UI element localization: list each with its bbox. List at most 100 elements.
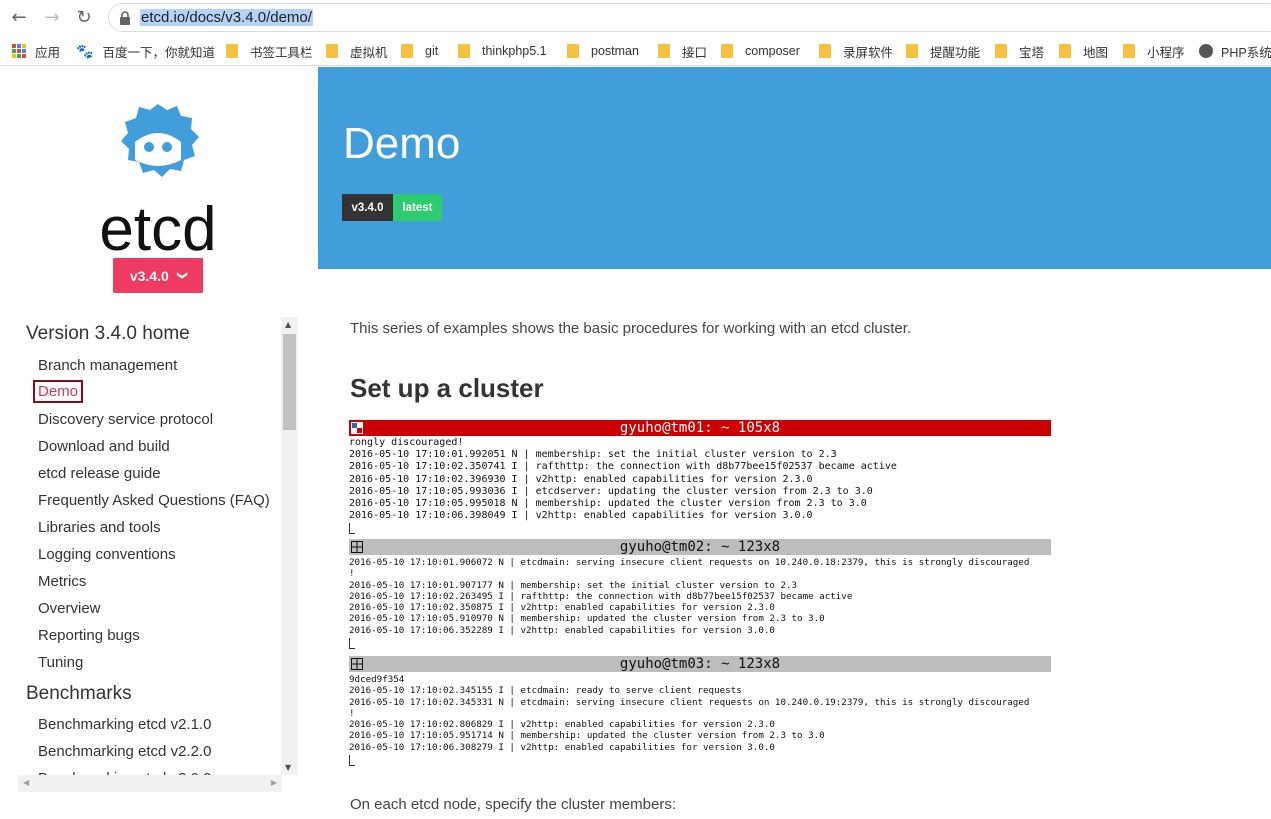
bookmark-label: 接口 <box>682 45 708 60</box>
bookmark-apps[interactable]: 应用 <box>12 41 60 61</box>
nav-item[interactable]: Discovery service protocol <box>38 411 213 428</box>
scroll-right-icon[interactable]: ▶ <box>271 778 277 787</box>
etcd-logo[interactable]: etcd <box>97 100 219 260</box>
terminal-titlebar: gyuho@tm03: ~ 123x8 <box>349 656 1051 672</box>
scroll-left-icon[interactable]: ◀ <box>23 778 29 787</box>
folder-icon <box>326 44 338 58</box>
nav-item[interactable]: Tuning <box>38 654 83 671</box>
bookmark-label: 小程序 <box>1147 45 1185 60</box>
bookmark-folder[interactable]: 地图 <box>1059 41 1108 61</box>
terminal-line: 2016-05-10 17:10:05.951714 N | membershi… <box>349 730 825 742</box>
chevron-down-icon: ❯ <box>176 271 188 280</box>
bookmark-folder[interactable]: 录屏软件 <box>819 41 893 61</box>
terminal-line: 2016-05-10 17:10:05.993036 I | etcdserve… <box>349 485 873 497</box>
terminal-line: 2016-05-10 17:10:05.995018 N | membershi… <box>349 498 867 510</box>
docs-nav: Version 3.4.0 home Branch management Dem… <box>18 317 298 792</box>
sidebar-horizontal-scrollbar[interactable]: ◀ ▶ <box>18 775 282 792</box>
bookmark-folder[interactable]: git <box>401 41 438 61</box>
bookmark-label: PHP系统 <box>1221 45 1271 60</box>
bookmark-folder[interactable]: composer <box>721 41 800 61</box>
page-hero: Demo v3.4.0 latest <box>318 67 1271 269</box>
cluster-members-paragraph: On each etcd node, specify the cluster m… <box>350 796 676 813</box>
nav-item[interactable]: Branch management <box>38 357 177 374</box>
nav-item[interactable]: Benchmarking etcd v2.2.0 <box>38 743 211 760</box>
terminal-output: rongly discouraged! 2016-05-10 17:10:01.9… <box>349 437 897 522</box>
folder-icon <box>1059 44 1071 58</box>
nav-item[interactable]: Benchmarking etcd v2.1.0 <box>38 716 211 733</box>
scroll-down-icon[interactable]: ▼ <box>285 763 291 772</box>
version-badge: v3.4.0 <box>342 194 393 221</box>
section-heading: Set up a cluster <box>350 373 544 403</box>
nav-item-active[interactable]: Demo <box>33 380 84 403</box>
terminal-title: gyuho@tm03: ~ 123x8 <box>619 656 781 672</box>
bookmark-folder[interactable]: 提醒功能 <box>906 41 980 61</box>
page-title: Demo <box>343 119 461 168</box>
bookmarks-bar: 应用 🐾 百度一下，你就知道 书签工具栏 虚拟机 git thinkphp5.1… <box>0 36 1271 66</box>
nav-item[interactable]: etcd release guide <box>38 465 161 482</box>
terminal-screenshot: gyuho@tm01: ~ 105x8 rongly discouraged! 2… <box>349 420 1051 770</box>
reload-icon[interactable]: ↻ <box>73 7 95 29</box>
bookmark-label: 录屏软件 <box>843 45 894 60</box>
nav-item[interactable]: Download and build <box>38 438 170 455</box>
forward-icon[interactable]: → <box>41 7 63 29</box>
terminal-line: 2016-05-10 17:10:02.350875 I | v2http: e… <box>349 602 775 614</box>
folder-icon <box>567 44 579 58</box>
sidebar-vertical-scrollbar[interactable]: ▲ ▼ <box>281 317 298 775</box>
logo-text: etcd <box>99 195 216 260</box>
bookmark-baidu[interactable]: 🐾 百度一下，你就知道 <box>76 41 215 61</box>
folder-icon <box>906 44 918 58</box>
nav-item[interactable]: Reporting bugs <box>38 627 140 644</box>
bookmark-folder[interactable]: 宝塔 <box>995 41 1044 61</box>
folder-icon <box>458 44 470 58</box>
url-text[interactable]: etcd.io/docs/v3.4.0/demo/ <box>140 9 313 26</box>
terminal-titlebar: gyuho@tm01: ~ 105x8 <box>349 420 1051 436</box>
address-bar[interactable]: etcd.io/docs/v3.4.0/demo/ <box>108 3 1271 32</box>
terminal-titlebar: gyuho@tm02: ~ 123x8 <box>349 539 1051 555</box>
bookmark-php[interactable]: PHP系统 <box>1199 41 1271 61</box>
scroll-thumb[interactable] <box>283 334 296 430</box>
scroll-up-icon[interactable]: ▲ <box>285 320 291 329</box>
nav-item[interactable]: Metrics <box>38 573 86 590</box>
nav-item[interactable]: Frequently Asked Questions (FAQ) <box>38 492 270 509</box>
nav-item[interactable]: Logging conventions <box>38 546 176 563</box>
bookmark-label: thinkphp5.1 <box>482 44 547 58</box>
nav-item[interactable]: Overview <box>38 600 101 617</box>
terminal-output: 9dced9f354 2016-05-10 17:10:02.345155 I |… <box>349 674 1029 753</box>
terminal-output: 2016-05-10 17:10:01.906072 N | etcdmain:… <box>349 557 1029 636</box>
terminal-line: 2016-05-10 17:10:06.308279 I | v2http: e… <box>349 741 775 753</box>
terminal-line: 2016-05-10 17:10:05.910970 N | membershi… <box>349 613 825 625</box>
bookmark-label: composer <box>745 44 800 58</box>
bookmark-label: postman <box>591 44 639 58</box>
bookmark-label: 虚拟机 <box>350 45 388 60</box>
browser-toolbar: ← → ↻ etcd.io/docs/v3.4.0/demo/ <box>0 0 1271 36</box>
nav-section-title[interactable]: Version 3.4.0 home <box>26 323 190 345</box>
sidebar: etcd v3.4.0 ❯ Version 3.4.0 home Branch … <box>0 67 318 819</box>
bookmark-folder[interactable]: 小程序 <box>1123 41 1185 61</box>
etcd-mascot-icon <box>121 104 199 177</box>
back-icon[interactable]: ← <box>8 7 30 29</box>
latest-badge: latest <box>393 194 442 221</box>
terminal-line: 2016-05-10 17:10:02.806829 I | v2http: e… <box>349 719 775 731</box>
version-dropdown[interactable]: v3.4.0 ❯ <box>113 258 203 293</box>
terminal-line: 2016-05-10 17:10:01.906072 N | etcdmain:… <box>349 557 1030 568</box>
folder-icon <box>658 44 670 58</box>
nav-item[interactable]: Libraries and tools <box>38 519 161 536</box>
bookmark-label: 百度一下，你就知道 <box>102 45 215 60</box>
terminal-line: ! <box>349 568 355 580</box>
bookmark-folder[interactable]: postman <box>567 41 639 61</box>
bookmark-folder[interactable]: 书签工具栏 <box>226 41 313 61</box>
bookmark-label: 书签工具栏 <box>250 45 313 60</box>
lock-icon <box>120 11 130 25</box>
bookmark-folder[interactable]: 虚拟机 <box>326 41 388 61</box>
terminal-line: 2016-05-10 17:10:02.345155 I | etcdmain:… <box>349 685 742 697</box>
bookmark-folder[interactable]: thinkphp5.1 <box>458 41 547 61</box>
terminal-line: 2016-05-10 17:10:02.345331 N | etcdmain:… <box>349 696 1030 708</box>
terminal-line: 9dced9f354 <box>349 674 405 685</box>
terminal-cursor <box>349 523 355 534</box>
bookmark-folder[interactable]: 接口 <box>658 41 707 61</box>
terminal-line: ! <box>349 707 355 719</box>
nav-section-title[interactable]: Benchmarks <box>26 683 132 705</box>
bookmark-label: 宝塔 <box>1019 45 1045 60</box>
paw-icon: 🐾 <box>76 42 94 59</box>
terminal-line: 2016-05-10 17:10:02.263495 I | rafthttp:… <box>349 590 853 602</box>
